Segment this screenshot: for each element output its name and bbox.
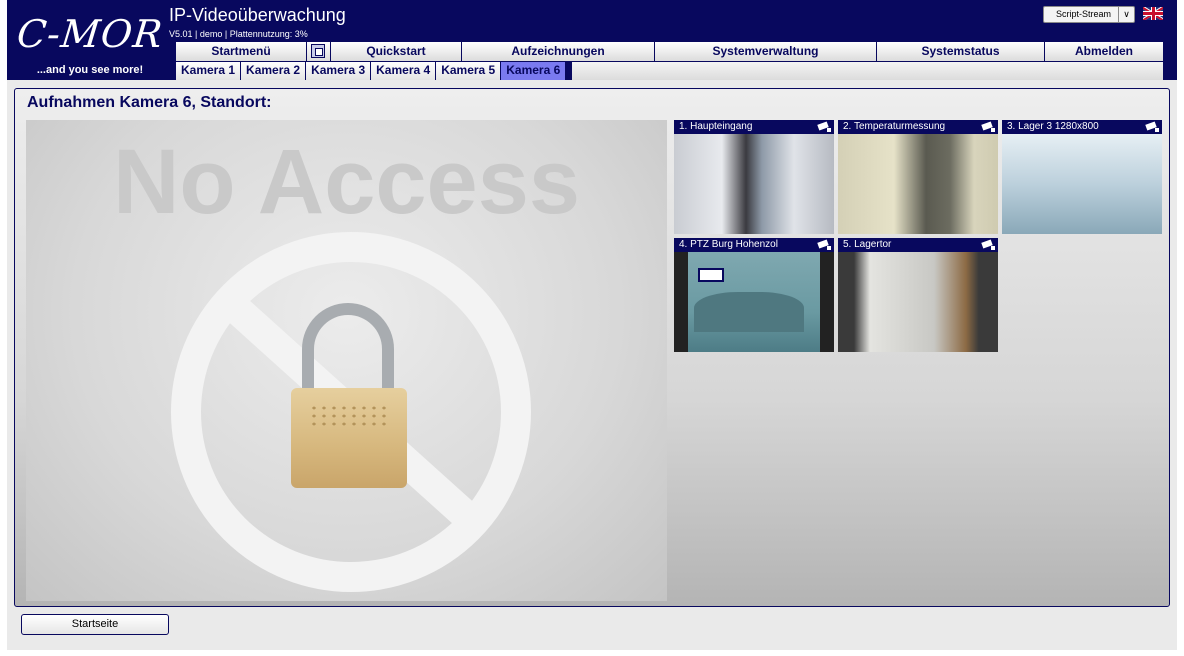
- thumbnail-caption: 2. Temperaturmessung: [838, 120, 998, 134]
- tab-kamera-1[interactable]: Kamera 1: [176, 62, 242, 80]
- camera-thumbnail-4[interactable]: 4. PTZ Burg Hohenzol: [674, 238, 834, 352]
- thumbnail-caption: 3. Lager 3 1280x800: [1002, 120, 1162, 134]
- menu-item-startmenu[interactable]: Startmenü: [176, 42, 307, 61]
- uk-flag-icon[interactable]: [1143, 7, 1163, 20]
- camera-icon: [817, 239, 832, 250]
- camera-snapshot: [838, 134, 998, 234]
- camera-snapshot: [838, 252, 998, 352]
- tab-kamera-4[interactable]: Kamera 4: [371, 62, 437, 80]
- main-menu: Startmenü Quickstart Aufzeichnungen Syst…: [176, 42, 1163, 61]
- padlock-icon: [291, 388, 407, 488]
- camera-thumbnail-5[interactable]: 5. Lagertor: [838, 238, 998, 352]
- watermark-logo: [698, 268, 724, 282]
- menu-item-logout[interactable]: Abmelden: [1045, 42, 1163, 61]
- tab-kamera-3[interactable]: Kamera 3: [306, 62, 372, 80]
- menu-item-recordings[interactable]: Aufzeichnungen: [462, 42, 655, 61]
- fullscreen-icon[interactable]: [307, 42, 331, 61]
- camera-icon: [981, 239, 996, 250]
- camera-icon: [1145, 121, 1160, 132]
- tab-kamera-6[interactable]: Kamera 6: [501, 62, 567, 80]
- camera-thumbnail-2[interactable]: 2. Temperaturmessung: [838, 120, 998, 234]
- thumbnail-caption: 1. Haupteingang: [674, 120, 834, 134]
- app-title: IP-Videoüberwachung: [169, 5, 346, 25]
- logo-text: C-MOR: [14, 12, 166, 56]
- version-info: V5.01 | demo | Plattennutzung: 3%: [169, 29, 308, 39]
- main-camera-view[interactable]: No Access: [26, 120, 667, 601]
- thumbnail-caption: 4. PTZ Burg Hohenzol: [674, 238, 834, 252]
- recordings-panel: Aufnahmen Kamera 6, Standort: No Access …: [14, 88, 1170, 607]
- no-access-text: No Access: [112, 131, 581, 233]
- chevron-down-icon: ∨: [1118, 7, 1134, 22]
- camera-snapshot: [674, 252, 834, 352]
- castle-silhouette: [694, 292, 804, 332]
- camera-snapshot: [674, 134, 834, 234]
- camera-tabs: Kamera 1 Kamera 2 Kamera 3 Kamera 4 Kame…: [176, 62, 567, 80]
- tab-kamera-2[interactable]: Kamera 2: [241, 62, 307, 80]
- tab-kamera-5[interactable]: Kamera 5: [436, 62, 502, 80]
- stream-mode-select[interactable]: Script-Stream ∨: [1043, 6, 1135, 23]
- camera-icon: [817, 121, 832, 132]
- logo[interactable]: C-MOR ...and you see more!: [7, 0, 173, 80]
- camera-icon: [981, 121, 996, 132]
- menu-item-quickstart[interactable]: Quickstart: [331, 42, 462, 61]
- camera-thumbnail-1[interactable]: 1. Haupteingang: [674, 120, 834, 234]
- thumbnail-caption: 5. Lagertor: [838, 238, 998, 252]
- logo-tagline: ...and you see more!: [36, 64, 144, 76]
- menu-item-system-status[interactable]: Systemstatus: [877, 42, 1045, 61]
- camera-snapshot: [1002, 134, 1162, 234]
- start-page-button[interactable]: Startseite: [21, 614, 169, 635]
- menu-item-system-admin[interactable]: Systemverwaltung: [655, 42, 877, 61]
- tab-bar-background: [572, 62, 1163, 80]
- camera-thumbnail-3[interactable]: 3. Lager 3 1280x800: [1002, 120, 1162, 234]
- panel-title: Aufnahmen Kamera 6, Standort:: [27, 94, 272, 111]
- stream-mode-value: Script-Stream: [1056, 9, 1112, 19]
